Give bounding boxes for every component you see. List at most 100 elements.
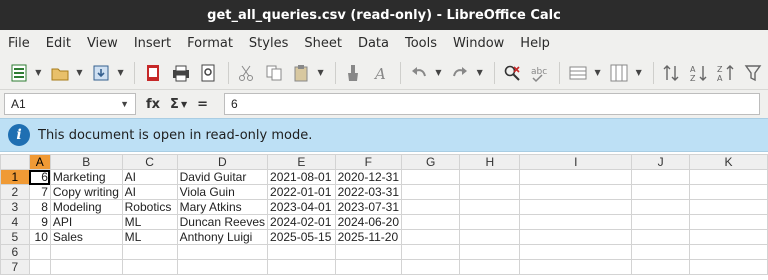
new-dropdown-icon[interactable]: ▼ (33, 60, 43, 86)
cell[interactable] (631, 259, 690, 275)
menu-insert[interactable]: Insert (126, 36, 179, 51)
cell[interactable]: Robotics (121, 199, 178, 215)
cell[interactable]: 8 (28, 199, 51, 215)
paste-icon[interactable] (288, 60, 313, 86)
column-dropdown-icon[interactable]: ▼ (634, 60, 644, 86)
undo-icon[interactable] (406, 60, 431, 86)
cell[interactable]: 2024-02-01 (267, 214, 336, 230)
cell[interactable]: 7 (28, 184, 51, 200)
cell[interactable] (401, 214, 461, 230)
formula-input[interactable]: 6 (224, 93, 760, 115)
clone-formatting-icon[interactable] (340, 60, 365, 86)
column-header-h[interactable]: H (459, 154, 521, 170)
cell[interactable] (688, 244, 768, 260)
cell[interactable] (49, 259, 123, 275)
open-dropdown-icon[interactable]: ▼ (75, 60, 85, 86)
row-header[interactable]: 6 (0, 244, 30, 260)
cell[interactable]: Marketing (49, 169, 123, 185)
cell-a1[interactable]: 6 (28, 169, 51, 185)
cell[interactable]: 2025-11-20 (334, 229, 403, 245)
cell[interactable] (176, 244, 269, 260)
cell[interactable] (519, 229, 633, 245)
cell[interactable]: 2020-12-31 (334, 169, 403, 185)
paste-dropdown-icon[interactable]: ▼ (316, 60, 326, 86)
row-header[interactable]: 1 (0, 169, 30, 185)
menu-data[interactable]: Data (350, 36, 397, 51)
cell[interactable]: 9 (28, 214, 51, 230)
sort-descending-icon[interactable]: ZA (713, 60, 738, 86)
cell[interactable] (519, 259, 633, 275)
export-pdf-icon[interactable] (140, 60, 165, 86)
cell[interactable] (688, 199, 768, 215)
cell[interactable]: 2021-08-01 (267, 169, 336, 185)
cell[interactable]: AI (121, 184, 178, 200)
cell[interactable] (688, 259, 768, 275)
cut-icon[interactable] (234, 60, 259, 86)
cell[interactable]: Mary Atkins (176, 199, 269, 215)
row-header[interactable]: 5 (0, 229, 30, 245)
column-header-f[interactable]: F (334, 154, 403, 170)
cell[interactable]: Viola Guin (176, 184, 269, 200)
cell[interactable] (401, 184, 461, 200)
cell[interactable] (401, 199, 461, 215)
menu-edit[interactable]: Edit (38, 36, 79, 51)
spelling-icon[interactable]: abc (527, 60, 552, 86)
cell[interactable] (459, 184, 521, 200)
menu-help[interactable]: Help (512, 36, 558, 51)
find-replace-icon[interactable] (500, 60, 525, 86)
cell[interactable] (631, 229, 690, 245)
cell[interactable] (519, 214, 633, 230)
print-preview-icon[interactable] (195, 60, 220, 86)
row-dropdown-icon[interactable]: ▼ (593, 60, 603, 86)
cell[interactable]: ML (121, 214, 178, 230)
redo-dropdown-icon[interactable]: ▼ (475, 60, 485, 86)
cell[interactable] (459, 169, 521, 185)
sum-icon[interactable]: Σ (170, 97, 179, 112)
menu-view[interactable]: View (79, 36, 126, 51)
cell[interactable] (519, 199, 633, 215)
cell[interactable] (459, 214, 521, 230)
column-header-b[interactable]: B (49, 154, 123, 170)
select-all-corner[interactable] (0, 154, 30, 170)
cell[interactable]: Modeling (49, 199, 123, 215)
cell[interactable] (631, 214, 690, 230)
cell[interactable]: David Guitar (176, 169, 269, 185)
cell[interactable] (401, 244, 461, 260)
cell[interactable]: API (49, 214, 123, 230)
cell[interactable] (519, 169, 633, 185)
autofilter-icon[interactable] (741, 60, 766, 86)
cell[interactable] (631, 169, 690, 185)
copy-icon[interactable] (261, 60, 286, 86)
cell[interactable] (267, 244, 336, 260)
cell[interactable] (688, 214, 768, 230)
cell[interactable]: 2025-05-15 (267, 229, 336, 245)
function-wizard-icon[interactable]: fx (146, 97, 160, 112)
cell[interactable] (688, 229, 768, 245)
cell[interactable]: AI (121, 169, 178, 185)
cell[interactable] (401, 229, 461, 245)
sort-ascending-icon[interactable]: AZ (686, 60, 711, 86)
cell[interactable] (49, 244, 123, 260)
cell[interactable] (631, 244, 690, 260)
cell[interactable]: 10 (28, 229, 51, 245)
menu-tools[interactable]: Tools (397, 36, 445, 51)
name-box[interactable]: A1 ▼ (4, 93, 136, 115)
formula-icon[interactable]: = (197, 97, 208, 112)
cell[interactable]: Copy writing (49, 184, 123, 200)
cell[interactable]: 2022-01-01 (267, 184, 336, 200)
open-folder-icon[interactable] (47, 60, 72, 86)
save-dropdown-icon[interactable]: ▼ (116, 60, 126, 86)
menu-format[interactable]: Format (179, 36, 241, 51)
column-header-i[interactable]: I (519, 154, 633, 170)
cell[interactable]: 2023-04-01 (267, 199, 336, 215)
cell[interactable] (401, 259, 461, 275)
column-header-d[interactable]: D (176, 154, 269, 170)
row-header[interactable]: 4 (0, 214, 30, 230)
print-icon[interactable] (168, 60, 193, 86)
cell[interactable] (459, 259, 521, 275)
cell[interactable] (267, 259, 336, 275)
cell[interactable] (121, 244, 178, 260)
row-header[interactable]: 7 (0, 259, 30, 275)
sum-dropdown-icon[interactable]: ▼ (181, 100, 187, 109)
cell[interactable] (459, 244, 521, 260)
